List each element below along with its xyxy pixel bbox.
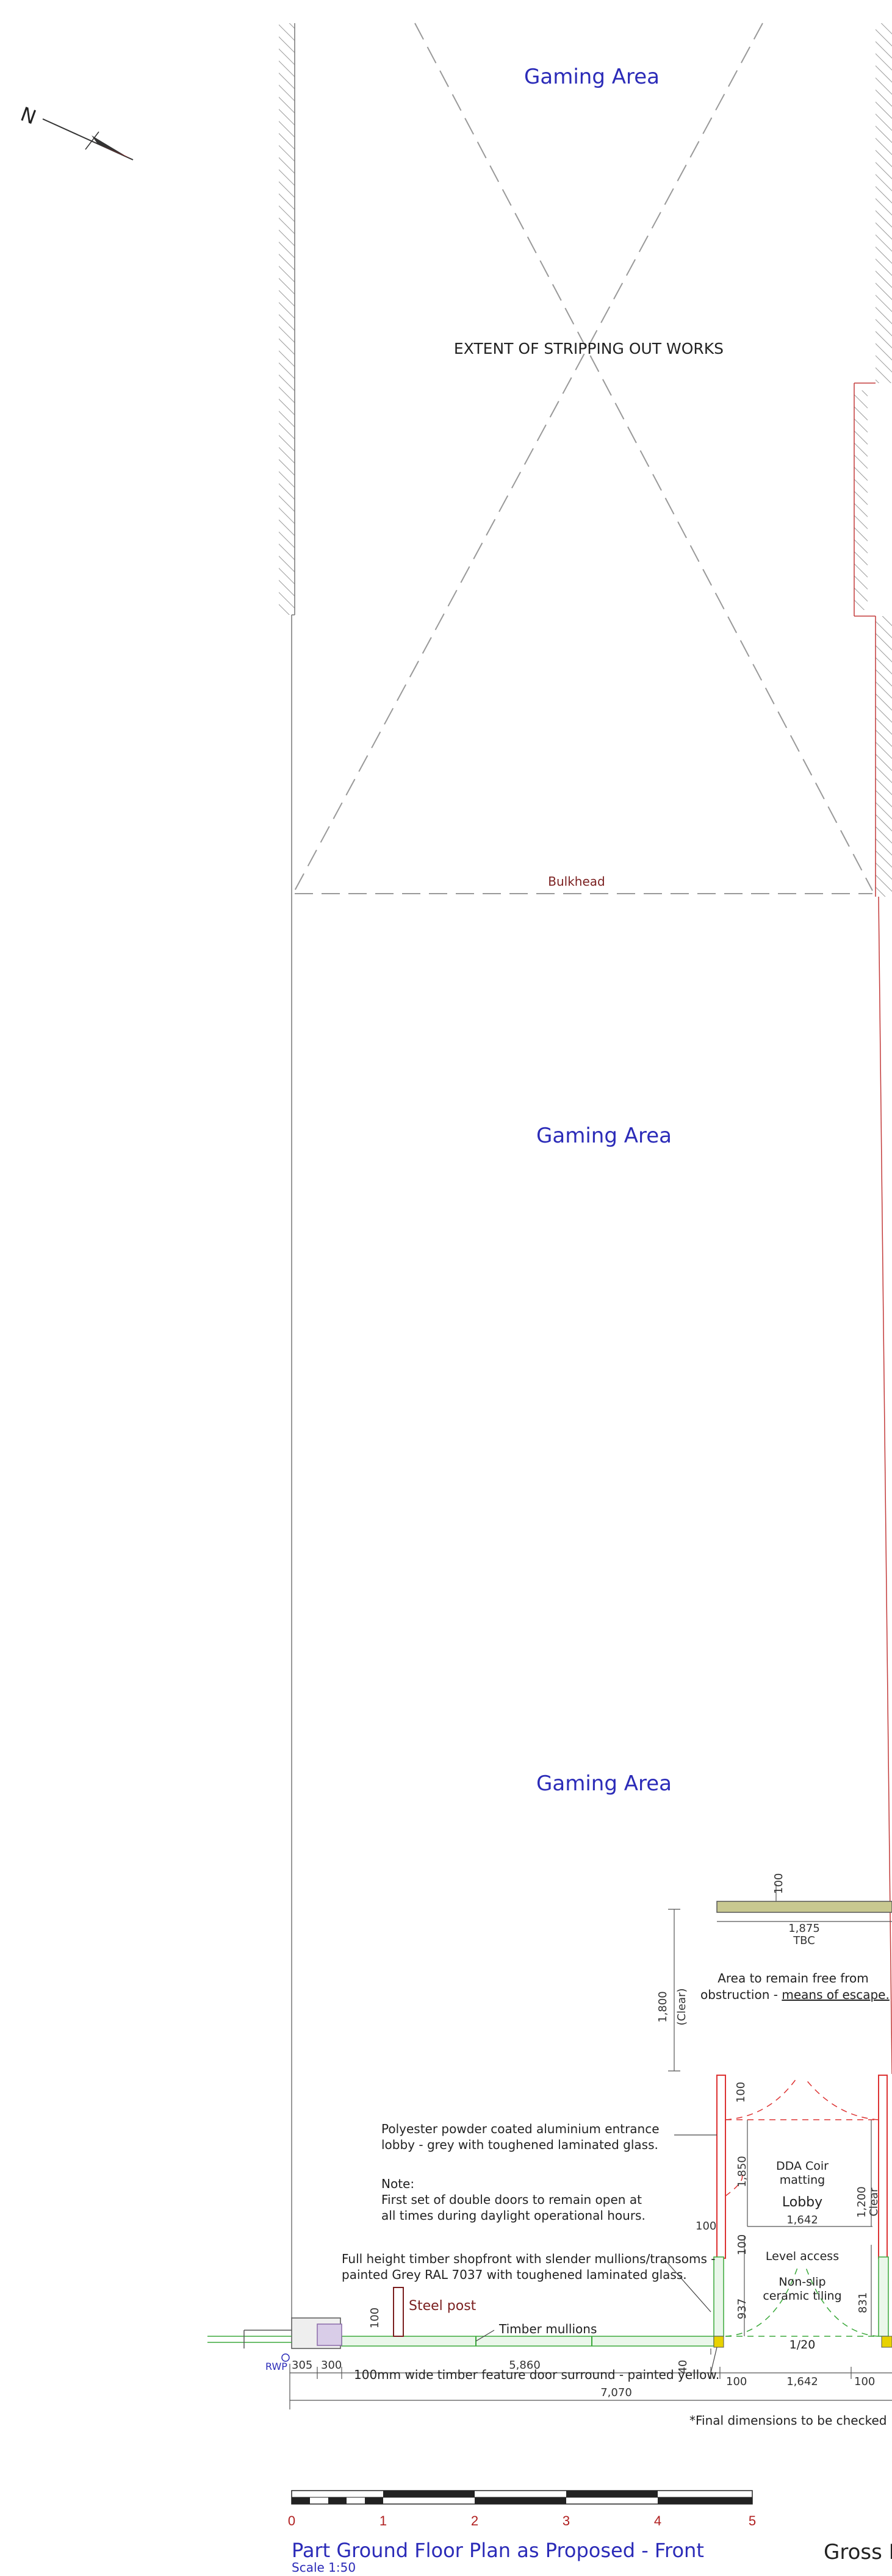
scale-bar-ticks: 0 1 2 3 4 5 [288,2513,756,2528]
scale-tick: 0 [288,2513,295,2528]
dim-label: TBC [793,1934,815,1947]
lobby-note-line-2: lobby - grey with toughened laminated gl… [381,2137,658,2152]
rwp-structure [207,2317,342,2362]
dim-label: 1,875 [788,1922,820,1935]
room-label-gaming-area: Gaming Area [536,1771,672,1796]
room-label-gaming-area: Gaming Area [536,1124,672,1148]
scale-tick: 5 [749,2513,756,2528]
dim-label: 7,070 [600,2386,632,2399]
steel-post-label: Steel post [409,2298,477,2314]
door-surround-left [713,2336,724,2348]
dim-label: 100 [726,2375,747,2388]
dim-label: 1,800 [656,1991,669,2023]
bulkhead-label: Bulkhead [548,874,605,889]
lobby-note-line-1: Polyester powder coated aluminium entran… [381,2122,660,2136]
north-arrow-icon [42,118,134,160]
timber-mullions-label: Timber mullions [498,2322,597,2336]
escape-note-line-1: Area to remain free from [718,1971,869,1986]
dim-label: 100 [369,2308,381,2328]
dim-label: 831 [857,2292,869,2313]
dda-label-line-1: DDA Coir [776,2159,829,2173]
dim-label: 1,642 [786,2375,818,2388]
drawing-title: Part Ground Floor Plan as Proposed - Fro… [292,2539,704,2562]
dim-label: 1,850 [736,2156,749,2187]
shopfront-note-line-1: Full height timber shopfront with slende… [342,2251,715,2266]
scale-tick: 2 [471,2513,478,2528]
dim-label: 100 [736,2234,749,2255]
right-wall [854,23,892,2075]
gradient-label: 1/20 [789,2338,816,2352]
escape-note-link: means of escape. [782,1987,889,2002]
scale-tick: 1 [379,2513,387,2528]
scale-tick: 3 [563,2513,570,2528]
dim-label: 937 [736,2298,749,2319]
north-label: N [18,102,39,129]
escape-note-line-2: obstruction - means of escape. [700,1987,890,2002]
shopfront-note-line-2: painted Grey RAL 7037 with toughened lam… [342,2267,687,2282]
dim-label: 100 [696,2220,716,2233]
scale-tick: 4 [654,2513,661,2528]
dim-label: Clear [868,2187,880,2217]
floor-plan-drawing: 0 1 2 3 4 5 N Gaming Area Gaming Area Ga… [18,23,892,2575]
dim-label: 40 [677,2360,689,2374]
dim-label: 1,642 [786,2214,818,2226]
steel-post [393,2287,404,2337]
final-dimensions-note: *Final dimensions to be checked [689,2413,887,2428]
escape-note-prefix: obstruction - [700,1987,782,2002]
room-label-lobby: Lobby [782,2195,822,2210]
note-line-1: First set of double doors to remain open… [381,2192,642,2207]
drawing-scale: Scale 1:50 [292,2560,356,2575]
room-label-gaming-area: Gaming Area [524,65,660,89]
gross-label: Gross I [824,2540,892,2564]
dda-label-line-2: matting [780,2173,825,2187]
nonslip-label-line-2: ceramic tiling [763,2289,841,2303]
door-surround-right [881,2336,892,2348]
scale-bar [291,2490,753,2505]
nonslip-label-line-1: Non-slip [779,2275,825,2289]
stripping-note: EXTENT OF STRIPPING OUT WORKS [454,340,724,357]
dim-label: (Clear) [675,1988,688,2025]
dim-label: 300 [321,2359,342,2372]
level-access-label: Level access [766,2250,839,2263]
dim-label: 305 [292,2359,312,2372]
dim-label: 100 [772,1873,785,1894]
dim-label: 100 [735,2082,747,2103]
left-wall [279,23,295,2318]
note-heading: Note: [381,2176,414,2191]
dim-label: 5,860 [509,2359,541,2372]
dim-label: 1,200 [855,2186,868,2218]
rwp-label: RWP [265,2361,287,2372]
tbc-counter [716,1901,892,1913]
dim-label: 100 [854,2375,875,2388]
note-line-2: all times during daylight operational ho… [381,2208,646,2223]
stripping-out-cross [294,23,873,891]
